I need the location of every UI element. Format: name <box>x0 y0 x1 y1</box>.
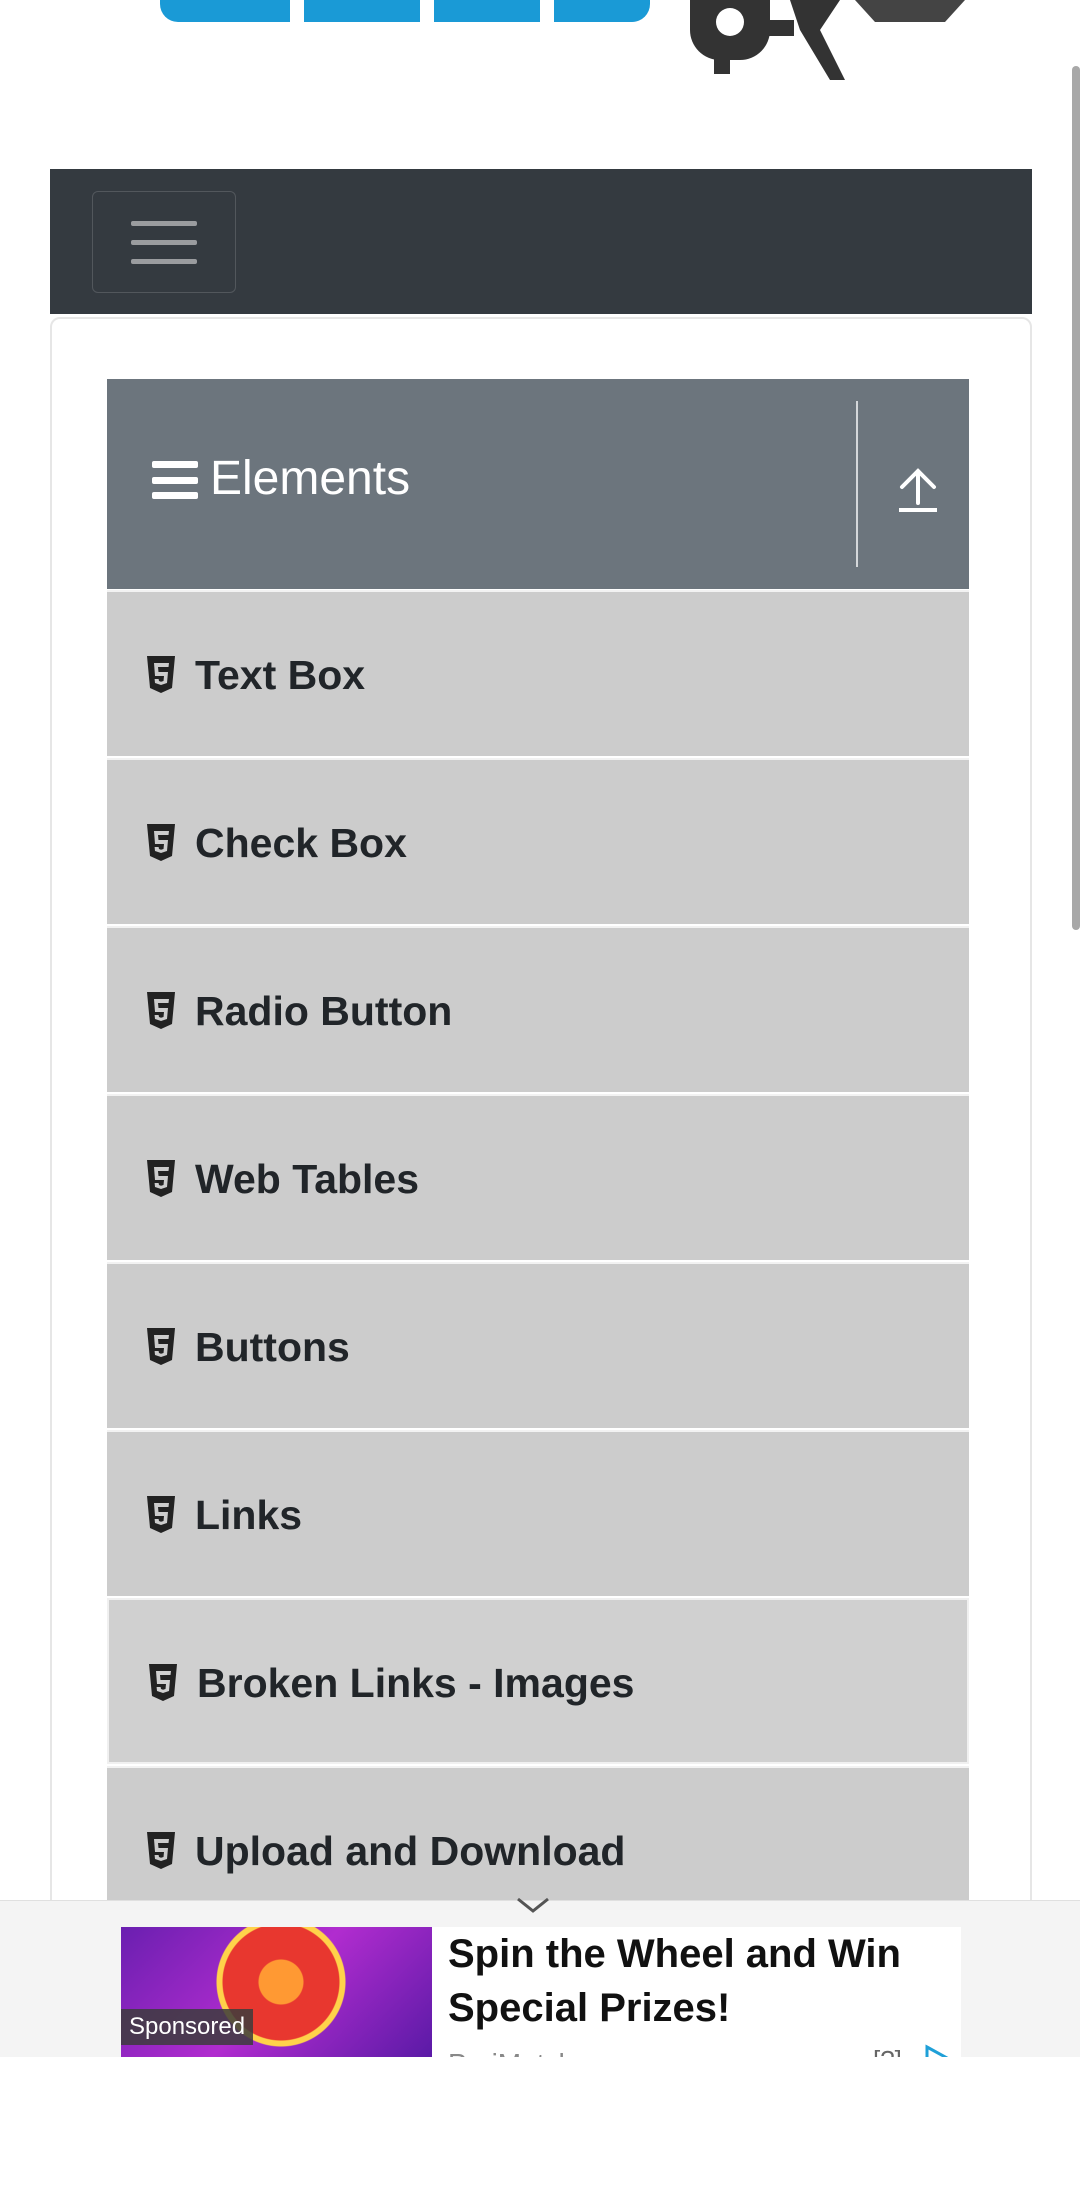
sidebar-item-label: Text Box <box>195 652 366 698</box>
navbar-toggler-button[interactable] <box>92 191 236 293</box>
sidebar-menu-list: Text Box Check Box Radio Button Web Tabl… <box>107 590 969 1934</box>
upload-icon[interactable] <box>897 467 939 513</box>
sidebar-item-radio-button[interactable]: Radio Button <box>107 926 969 1092</box>
chevron-down-icon[interactable] <box>516 1895 550 1915</box>
adchoices-icon[interactable] <box>921 2043 951 2057</box>
page-scrollbar[interactable] <box>1072 66 1080 930</box>
html5-icon <box>147 992 175 1029</box>
menu-icon <box>152 461 198 499</box>
group-title: Elements <box>210 452 411 505</box>
ad-advertiser: PariMatch <box>448 2047 574 2057</box>
sidebar-item-broken-links-images[interactable]: Broken Links - Images <box>107 1598 969 1764</box>
logo-letter-gap <box>540 0 554 22</box>
sidebar-item-label: Upload and Download <box>195 1828 626 1874</box>
sidebar-item-label: Broken Links - Images <box>197 1660 635 1706</box>
html5-icon <box>147 1160 175 1197</box>
group-divider <box>856 401 858 567</box>
html5-icon <box>147 1328 175 1365</box>
logo-wordmark <box>160 0 650 22</box>
group-header-elements[interactable]: Elements <box>107 379 969 589</box>
gear-tools-icon <box>690 0 965 80</box>
ad-content[interactable]: Sponsored Spin the Wheel and Win Special… <box>121 1927 961 2057</box>
sidebar-item-label: Web Tables <box>195 1156 420 1202</box>
ad-banner: Sponsored Spin the Wheel and Win Special… <box>0 1897 1080 2057</box>
top-navbar <box>50 169 1032 314</box>
html5-icon <box>147 656 175 693</box>
sidebar-item-links[interactable]: Links <box>107 1430 969 1596</box>
html5-icon <box>147 1496 175 1533</box>
html5-icon <box>147 824 175 861</box>
hamburger-icon-line <box>131 258 197 264</box>
ad-headline[interactable]: Spin the Wheel and Win Special Prizes! <box>448 1927 928 2035</box>
site-logo[interactable] <box>0 0 1080 168</box>
sidebar-item-text-box[interactable]: Text Box <box>107 590 969 756</box>
sidebar-item-label: Links <box>195 1492 303 1538</box>
hamburger-icon-line <box>131 220 197 226</box>
logo-letter-gap <box>290 0 304 22</box>
hamburger-icon-line <box>131 239 197 245</box>
sidebar-item-label: Buttons <box>195 1324 350 1370</box>
ad-info-label[interactable]: [?] <box>873 2045 902 2057</box>
sidebar-item-label: Radio Button <box>195 988 453 1034</box>
html5-icon <box>149 1664 177 1701</box>
sponsored-label: Sponsored <box>121 2009 254 2045</box>
sidebar-item-label: Check Box <box>195 820 407 866</box>
sidebar-item-buttons[interactable]: Buttons <box>107 1262 969 1428</box>
html5-icon <box>147 1832 175 1869</box>
sidebar-item-check-box[interactable]: Check Box <box>107 758 969 924</box>
logo-letter-gap <box>420 0 434 22</box>
sidebar-item-web-tables[interactable]: Web Tables <box>107 1094 969 1260</box>
